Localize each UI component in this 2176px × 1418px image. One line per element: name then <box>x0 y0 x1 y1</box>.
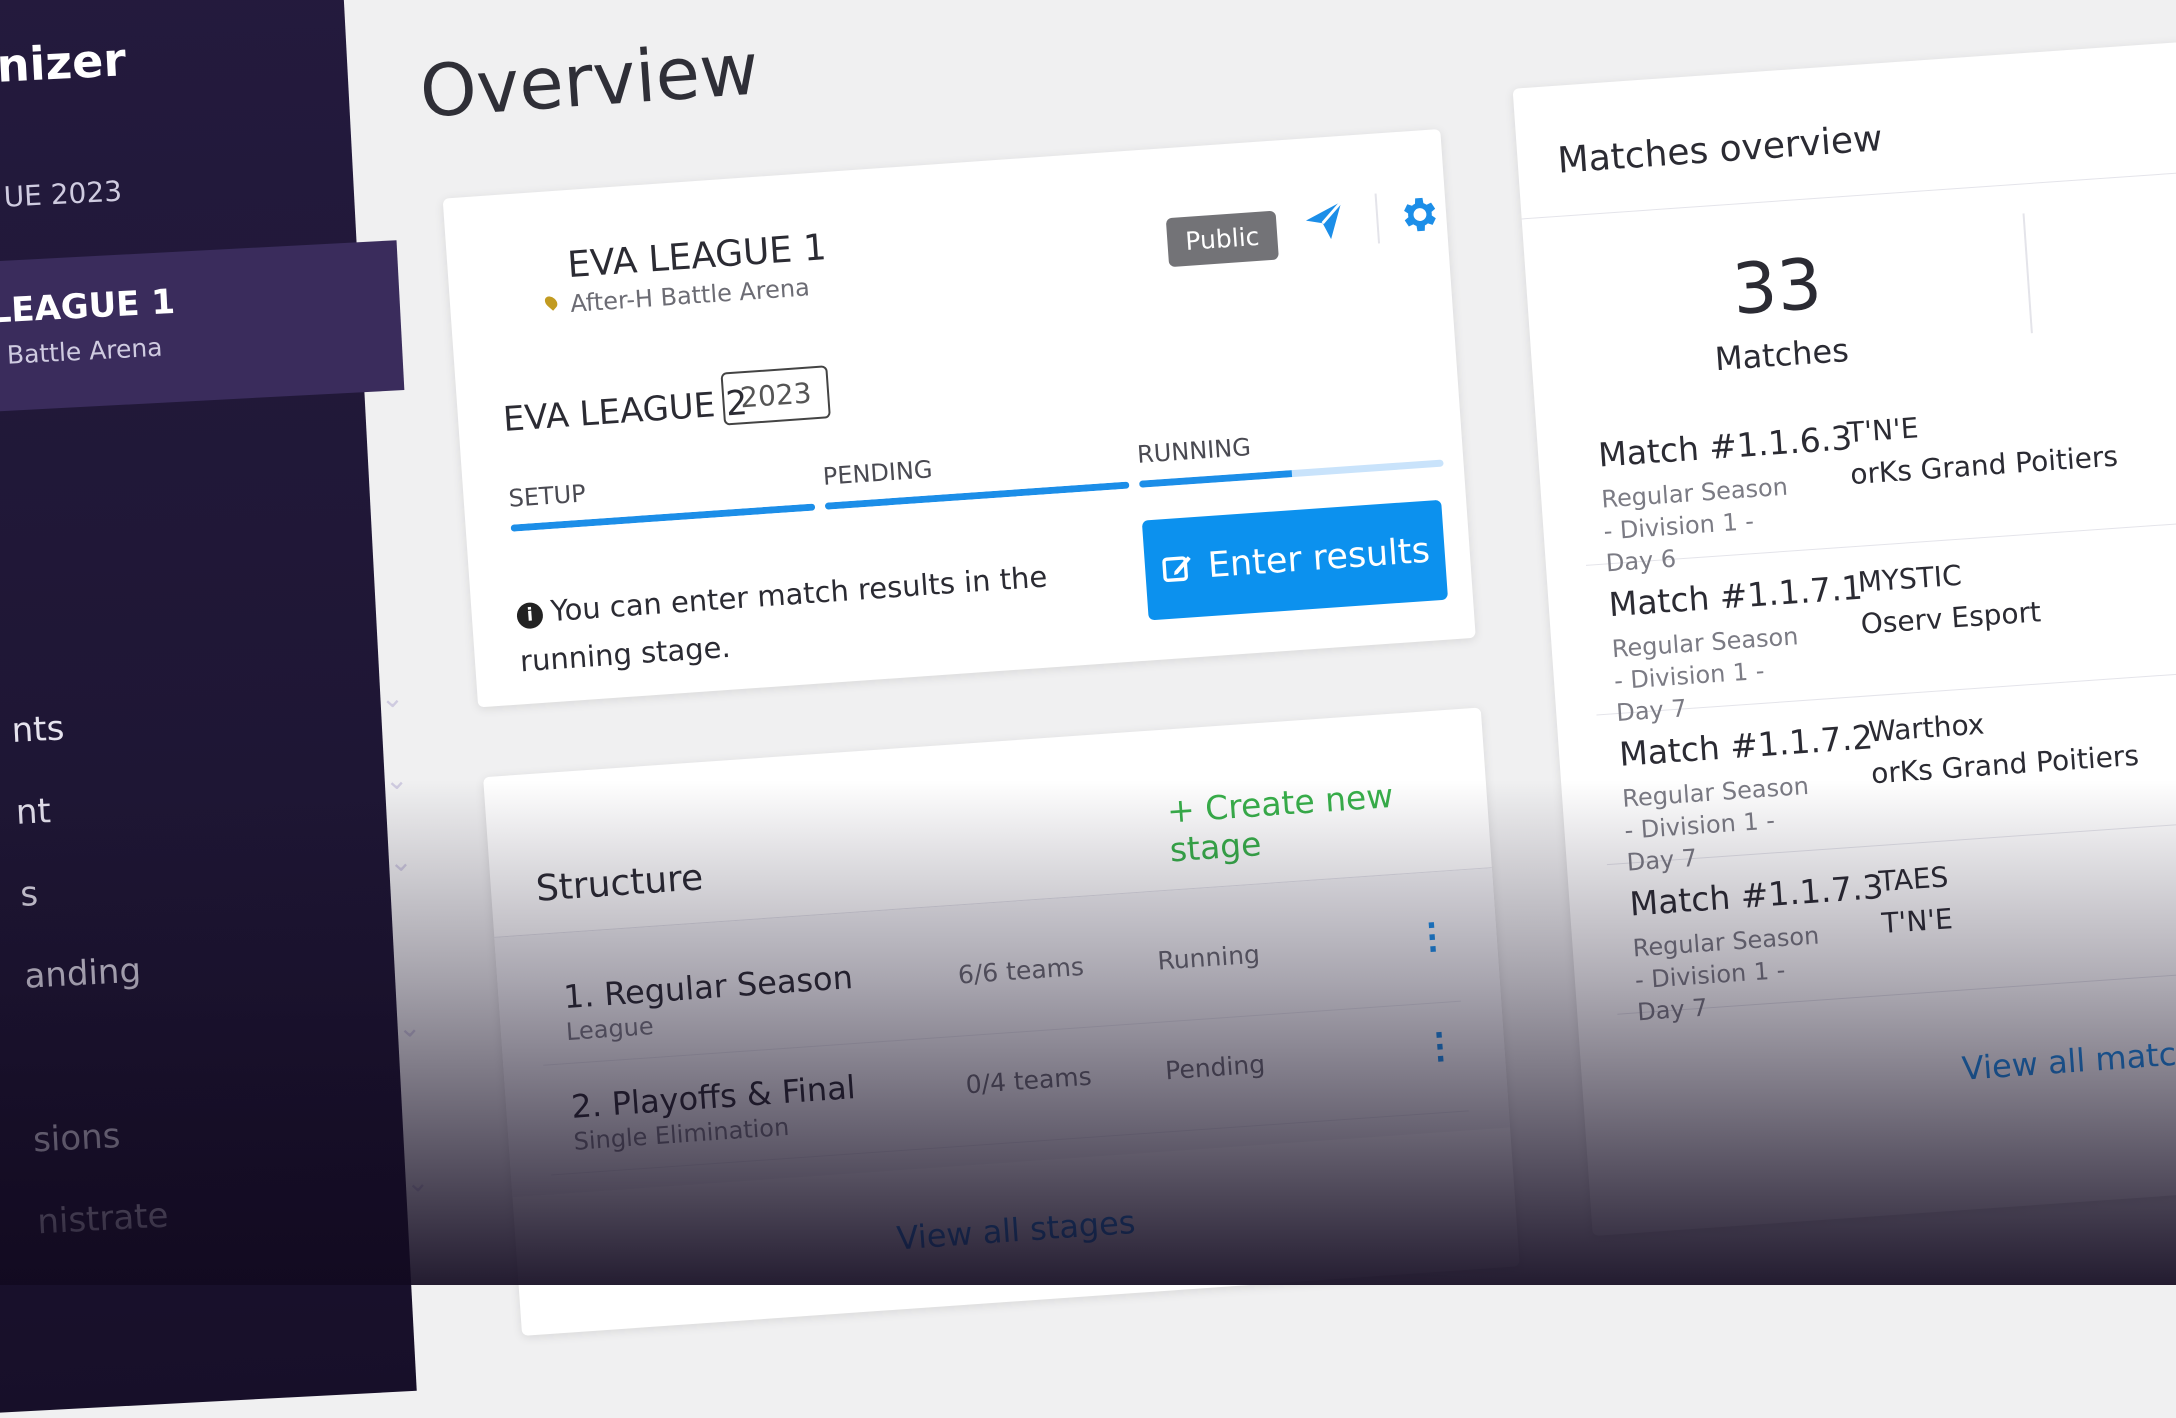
sidebar-item-matches[interactable]: s <box>19 874 39 915</box>
sidebar-active-subtitle: l Battle Arena <box>0 332 164 371</box>
chevron-down-icon[interactable]: ⌄ <box>388 844 413 878</box>
match-id: Match #1.1.7.2 <box>1617 717 1875 774</box>
chevron-down-icon[interactable]: ⌄ <box>384 762 409 796</box>
info-text: You can enter match results in the runni… <box>518 559 1049 679</box>
match-team-2: orKs Grand Poitiers <box>1870 738 2140 791</box>
match-team-2: Oserv Esport <box>1859 595 2043 641</box>
edit-icon <box>1162 556 1191 583</box>
match-team-2: T'N'E <box>1880 902 1954 941</box>
structure-card: Structure + Create new stage 1. Regular … <box>483 707 1520 1336</box>
create-stage-button[interactable]: + Create new stage <box>1165 769 1491 870</box>
view-all-stages-link[interactable]: View all stages <box>516 1176 1516 1284</box>
stage-teams: 0/4 teams <box>964 1061 1093 1100</box>
sidebar-active-title: LEAGUE 1 <box>0 281 176 332</box>
matches-title: Matches overview <box>1556 118 1884 182</box>
sidebar-item-tournament[interactable]: nt <box>15 791 52 833</box>
match-description: Regular Season - Division 1 - Day 7 <box>1631 921 1821 1027</box>
phase-bar-running-fill <box>1139 470 1292 488</box>
phase-label-running: RUNNING <box>1136 432 1252 469</box>
gear-icon[interactable] <box>1395 191 1442 238</box>
stage-status: Pending <box>1164 1049 1266 1086</box>
sidebar-item-administrate[interactable]: nistrate <box>36 1196 169 1243</box>
tournament-card: EVA LEAGUE 1 After-H Battle Arena Public… <box>442 128 1476 708</box>
sidebar-item-standing[interactable]: anding <box>23 951 141 997</box>
sidebar-season[interactable]: UE 2023 <box>3 175 123 214</box>
app-brand: nizer <box>0 32 128 93</box>
visibility-badge: Public <box>1165 210 1279 268</box>
match-team-1: T'N'E <box>1846 411 1920 450</box>
view-all-matches-link[interactable]: View all match <box>1961 1033 2176 1087</box>
matches-count-label: Matches <box>1713 331 1850 379</box>
stats-divider <box>2022 213 2033 334</box>
enter-results-button[interactable]: Enter results <box>1141 499 1449 621</box>
info-icon: i <box>516 601 544 630</box>
chevron-down-icon[interactable]: ⌄ <box>405 1165 430 1199</box>
matches-card: Matches overview 33 Matches Match #1.1.6… <box>1512 31 2176 1236</box>
sidebar-active-tournament[interactable]: LEAGUE 1 l Battle Arena <box>0 240 405 420</box>
phase-label-setup: SETUP <box>507 479 587 513</box>
sidebar-item-participants[interactable]: nts <box>11 708 66 751</box>
stage-status: Running <box>1156 939 1261 976</box>
phase-label-pending: PENDING <box>821 455 934 491</box>
match-id: Match #1.1.7.1 <box>1607 567 1864 625</box>
stage-name: 1. Regular Season <box>562 958 855 1017</box>
match-team-1: MYSTIC <box>1856 558 1963 599</box>
stage-teams: 6/6 teams <box>957 951 1085 990</box>
header-divider <box>1374 193 1381 244</box>
sidebar-item-permissions[interactable]: sions <box>32 1116 121 1161</box>
main-content: Overview EVA LEAGUE 1 After-H Battle Are… <box>417 0 2176 1387</box>
match-team-1: Warthox <box>1867 707 1986 749</box>
location-icon <box>542 294 560 311</box>
matches-count: 33 <box>1729 242 1825 331</box>
sidebar: nizer UE 2023 LEAGUE 1 l Battle Arena nt… <box>0 0 430 1418</box>
match-id: Match #1.1.7.3 <box>1628 866 1885 924</box>
info-message: i You can enter match results in the runn… <box>515 546 1150 686</box>
page-title: Overview <box>417 26 762 134</box>
stage-list: 1. Regular Season League 6/6 teams Runni… <box>494 868 1511 1198</box>
season-year-badge: 2023 <box>720 365 832 426</box>
send-icon[interactable] <box>1301 198 1348 245</box>
more-options-icon[interactable]: · · · <box>1425 908 1440 968</box>
plus-icon: + <box>1165 789 1207 831</box>
stage-type: League <box>565 1012 655 1047</box>
enter-results-label: Enter results <box>1206 530 1432 587</box>
stage-select-name: EVA LEAGUE 2 <box>501 382 749 440</box>
chevron-down-icon[interactable]: ⌄ <box>397 1010 422 1044</box>
match-team-1: TAES <box>1877 860 1950 899</box>
more-options-icon[interactable]: · · · <box>1432 1018 1447 1078</box>
structure-title: Structure <box>534 857 705 910</box>
chevron-down-icon[interactable]: ⌄ <box>380 681 405 715</box>
match-team-2: orKs Grand Poitiers <box>1849 439 2119 492</box>
match-id: Match #1.1.6.3 <box>1596 418 1854 475</box>
